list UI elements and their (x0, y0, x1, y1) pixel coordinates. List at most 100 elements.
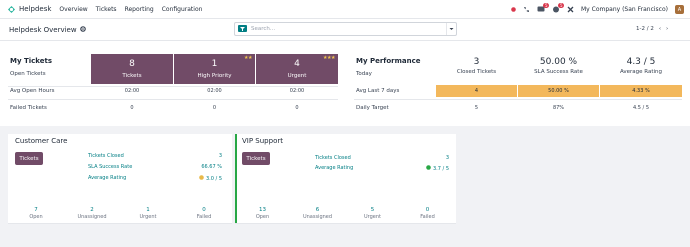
menu-tickets[interactable]: Tickets (96, 6, 117, 13)
failed-value[interactable]: 0 (256, 105, 338, 111)
sla-rate-value[interactable]: 66.67 % (188, 164, 222, 170)
tile-label: High Priority (197, 73, 232, 79)
avg-open-hours-label: Avg Open Hours (10, 88, 55, 94)
target-sla[interactable]: 87% (518, 105, 599, 111)
avg-rating-label: Average Rating (619, 69, 663, 75)
tickets-closed-label[interactable]: Tickets Closed (88, 153, 124, 159)
daily-target-label: Daily Target (356, 105, 389, 111)
activity-badge: 5 (543, 3, 549, 8)
tickets-tile[interactable]: 8 Tickets (91, 54, 173, 84)
debug-tools-icon[interactable] (567, 6, 574, 13)
failed-tickets-label: Failed Tickets (10, 105, 47, 111)
search-options-toggle[interactable] (446, 23, 456, 35)
pager: 1-2 / 2 ‹ › (636, 26, 668, 32)
tickets-button[interactable]: Tickets (15, 152, 43, 165)
app-name[interactable]: Helpdesk (19, 5, 51, 13)
messages-icon[interactable]: 5 (552, 3, 564, 13)
failed-count[interactable]: 0 (176, 207, 232, 213)
tickets-closed-value[interactable]: 3 (415, 155, 449, 161)
urgent-label[interactable]: Urgent (120, 214, 176, 220)
open-tickets-label: Open Tickets (10, 71, 46, 77)
avg-rating-label[interactable]: Average Rating (88, 175, 126, 181)
failed-count[interactable]: 0 (400, 207, 455, 213)
search-input[interactable]: Search... (251, 26, 446, 32)
avg-hours-value[interactable]: 02:00 (174, 88, 255, 94)
closed-tickets-value: 3 (473, 57, 480, 67)
menu-configuration[interactable]: Configuration (162, 6, 203, 13)
pager-value[interactable]: 1-2 / 2 (636, 26, 654, 32)
avg-rating-value[interactable]: 3.7 / 5 (415, 165, 449, 172)
open-label[interactable]: Open (235, 214, 290, 220)
rating-face-icon (426, 165, 432, 170)
tile-value: 8 (129, 59, 135, 69)
avg7-rating-cell[interactable]: 4.33 % (600, 85, 682, 97)
target-closed[interactable]: 5 (436, 105, 517, 111)
messages-badge: 5 (558, 3, 564, 8)
today-label: Today (356, 71, 372, 77)
avg-rating-value[interactable]: 3.0 / 5 (188, 175, 222, 182)
urgent-label[interactable]: Urgent (345, 214, 400, 220)
avg-hours-value[interactable]: 02:00 (91, 88, 173, 94)
sla-rate-label[interactable]: SLA Success Rate (88, 164, 132, 170)
avg-last-7-days-label: Avg Last 7 days (356, 88, 400, 94)
team-name[interactable]: Customer Care (15, 137, 67, 145)
avg7-sla-cell[interactable]: 50.00 % (518, 85, 599, 97)
open-label[interactable]: Open (8, 214, 64, 220)
breadcrumb: Helpdesk Overview (9, 26, 86, 34)
unassigned-label[interactable]: Unassigned (64, 214, 120, 220)
tile-value: 1 (211, 59, 218, 69)
avg-hours-value[interactable]: 02:00 (256, 88, 338, 94)
rating-face-icon (199, 175, 205, 180)
unassigned-count[interactable]: 2 (64, 207, 120, 213)
avg-rating-label[interactable]: Average Rating (315, 165, 353, 171)
team-card-customer-care[interactable]: Customer Care Tickets Tickets Closed 3 S… (8, 134, 232, 224)
my-performance-title: My Performance (356, 57, 421, 65)
avg-rating-value: 4.3 / 5 (626, 57, 656, 67)
search-bar[interactable]: Search... (234, 22, 457, 36)
filter-facet-icon[interactable] (238, 24, 247, 34)
phone-icon[interactable] (523, 6, 530, 13)
unassigned-label[interactable]: Unassigned (290, 214, 345, 220)
activity-icon[interactable]: 5 (537, 3, 549, 13)
open-count[interactable]: 13 (235, 207, 290, 213)
unassigned-count[interactable]: 6 (290, 207, 345, 213)
tile-label: Tickets (122, 73, 142, 79)
user-avatar[interactable]: A (675, 5, 684, 14)
high-priority-tile[interactable]: ★★ 1 High Priority (174, 54, 255, 84)
tile-value: 4 (294, 59, 300, 69)
sla-rate-value: 50.00 % (539, 57, 578, 67)
summary-panel: My Tickets Open Tickets 8 Tickets ★★ 1 H… (0, 41, 690, 126)
sla-rate-label: SLA Success Rate (534, 69, 583, 75)
menu-reporting[interactable]: Reporting (125, 6, 154, 13)
failed-value[interactable]: 0 (174, 105, 255, 111)
target-rating[interactable]: 4.5 / 5 (600, 105, 682, 111)
company-switcher[interactable]: My Company (San Francisco) (581, 6, 668, 13)
chevron-left-icon[interactable]: ‹ (659, 26, 661, 32)
team-name[interactable]: VIP Support (242, 137, 283, 145)
tickets-closed-value[interactable]: 3 (188, 153, 222, 159)
team-card-vip-support[interactable]: VIP Support Tickets Tickets Closed 3 Ave… (235, 134, 456, 224)
avg7-closed-cell[interactable]: 4 (436, 85, 517, 97)
gear-icon[interactable] (79, 26, 86, 34)
tickets-closed-label[interactable]: Tickets Closed (315, 155, 351, 161)
divider (8, 99, 338, 100)
my-tickets-title: My Tickets (10, 57, 53, 65)
page-title: Helpdesk Overview (9, 26, 77, 34)
urgent-count[interactable]: 5 (345, 207, 400, 213)
chevron-right-icon[interactable]: › (666, 26, 668, 32)
open-count[interactable]: 7 (8, 207, 64, 213)
status-dot-icon[interactable] (511, 7, 516, 12)
urgent-count[interactable]: 1 (120, 207, 176, 213)
top-navbar: Helpdesk Overview Tickets Reporting Conf… (0, 0, 690, 19)
closed-tickets-label: Closed Tickets (456, 69, 497, 75)
menu-overview[interactable]: Overview (59, 6, 87, 13)
urgent-tile[interactable]: ★★★ 4 Urgent (256, 54, 338, 84)
control-panel: Helpdesk Overview Search... 1-2 / 2 ‹ › (0, 19, 690, 41)
failed-label[interactable]: Failed (176, 214, 232, 220)
apps-grid-icon[interactable] (6, 4, 16, 14)
failed-value[interactable]: 0 (91, 105, 173, 111)
tickets-button[interactable]: Tickets (242, 152, 270, 165)
failed-label[interactable]: Failed (400, 214, 455, 220)
tile-label: Urgent (287, 73, 307, 79)
divider (8, 86, 338, 87)
